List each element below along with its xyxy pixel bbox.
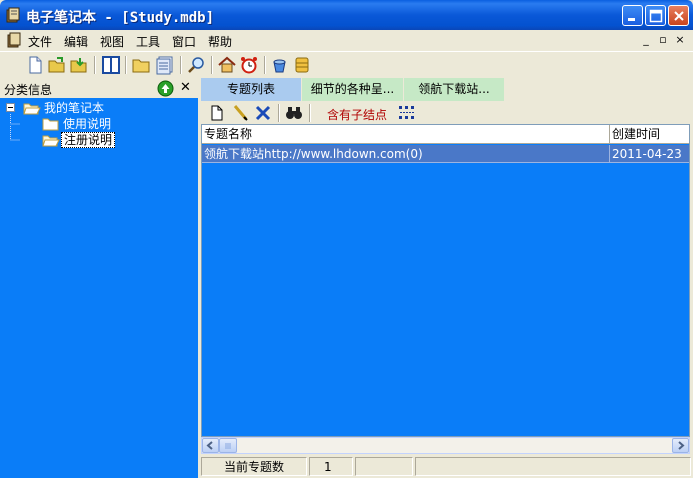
split-view-icon[interactable] — [101, 55, 121, 75]
open-folder-icon[interactable] — [47, 55, 67, 75]
table-row[interactable]: 领航下载站http://www.lhdown.com(0) 2011-04-23 — [202, 145, 689, 163]
tree-child-label-selected: 注册说明 — [61, 132, 116, 148]
menu-file[interactable]: 文件 — [28, 33, 52, 50]
close-icon — [674, 11, 684, 21]
search-icon[interactable] — [186, 55, 206, 75]
maximize-button[interactable] — [645, 5, 666, 26]
mdi-minimize-button[interactable]: _ — [639, 33, 653, 47]
minimize-icon — [628, 18, 635, 21]
window-title: 电子笔记本 - [Study.mdb] — [26, 10, 215, 26]
list-toolbar: 含有子结点 — [201, 102, 693, 124]
notebook-icon — [5, 7, 21, 23]
up-arrow-icon[interactable] — [157, 80, 174, 100]
arrow-right-icon — [678, 441, 685, 450]
tree-root-label: 我的笔记本 — [44, 101, 105, 115]
mdi-close-button[interactable]: × — [673, 33, 687, 47]
status-label: 当前专题数 — [201, 457, 307, 476]
save-folder-icon[interactable] — [69, 55, 89, 75]
status-panel-empty — [355, 457, 413, 476]
main-toolbar — [0, 51, 693, 77]
alarm-clock-icon[interactable] — [239, 55, 259, 75]
menu-bar: 文件 编辑 视图 工具 窗口 帮助 _ ▫ × — [0, 30, 693, 50]
database-icon[interactable] — [292, 55, 312, 75]
minimize-button[interactable] — [622, 5, 643, 26]
tab-download-site[interactable]: 领航下载站... — [404, 78, 504, 101]
notes-icon[interactable] — [155, 55, 175, 75]
tab-topic-list[interactable]: 专题列表 — [201, 78, 301, 101]
edit-pencil-icon[interactable] — [231, 103, 251, 123]
column-header-created-time[interactable]: 创建时间 — [610, 125, 689, 144]
status-bar: 当前专题数 1 — [201, 455, 693, 477]
status-panel-empty-2 — [415, 457, 691, 476]
new-doc-icon[interactable] — [25, 55, 45, 75]
menu-edit[interactable]: 编辑 — [64, 33, 88, 50]
cell-topic-name: 领航下载站http://www.lhdown.com(0) — [202, 145, 610, 163]
tree-child-label: 使用说明 — [63, 117, 112, 131]
tab-strip: 专题列表 细节的各种呈... 领航下载站... — [201, 78, 693, 102]
tree-node-register[interactable]: 注册说明 — [6, 126, 196, 148]
status-count: 1 — [309, 457, 353, 476]
scroll-left-button[interactable] — [202, 438, 219, 453]
menu-tools[interactable]: 工具 — [136, 33, 160, 50]
column-header-topic-name[interactable]: 专题名称 — [202, 125, 610, 144]
delete-x-icon[interactable] — [253, 103, 273, 123]
topic-table[interactable]: 专题名称 创建时间 领航下载站http://www.lhdown.com(0) … — [201, 124, 690, 437]
cell-created-time: 2011-04-23 — [612, 147, 682, 161]
scroll-thumb[interactable] — [219, 438, 237, 453]
folder-icon[interactable] — [131, 55, 151, 75]
close-button[interactable] — [668, 5, 689, 26]
menu-help[interactable]: 帮助 — [208, 33, 232, 50]
tree-lines — [10, 126, 20, 141]
open-folder-icon — [42, 135, 60, 147]
document-icon — [6, 32, 22, 51]
menu-view[interactable]: 视图 — [100, 33, 124, 50]
cup-icon[interactable] — [270, 55, 290, 75]
category-panel-header: 分类信息 ✕ — [0, 78, 198, 98]
category-tree[interactable]: 我的笔记本 使用说明 注册说明 — [0, 98, 198, 478]
tab-details[interactable]: 细节的各种呈... — [302, 78, 403, 101]
horizontal-scrollbar[interactable] — [201, 437, 690, 454]
folder-icon — [42, 118, 59, 131]
category-panel-title: 分类信息 — [4, 83, 53, 97]
close-panel-button[interactable]: ✕ — [180, 80, 191, 95]
tree-structure-icon[interactable] — [397, 103, 417, 123]
new-doc-icon[interactable] — [207, 103, 227, 123]
table-header: 专题名称 创建时间 — [202, 125, 689, 144]
scroll-right-button[interactable] — [672, 438, 689, 453]
has-child-nodes-label[interactable]: 含有子结点 — [327, 106, 387, 123]
grip-icon — [225, 443, 231, 449]
title-bar[interactable]: 电子笔记本 - [Study.mdb] — [0, 0, 693, 30]
menu-window[interactable]: 窗口 — [172, 33, 196, 50]
mdi-restore-button[interactable]: ▫ — [656, 33, 670, 47]
binoculars-icon[interactable] — [284, 103, 304, 123]
home-icon[interactable] — [217, 55, 237, 75]
collapse-icon[interactable] — [6, 103, 16, 113]
arrow-left-icon — [206, 441, 213, 450]
maximize-icon — [649, 9, 663, 23]
